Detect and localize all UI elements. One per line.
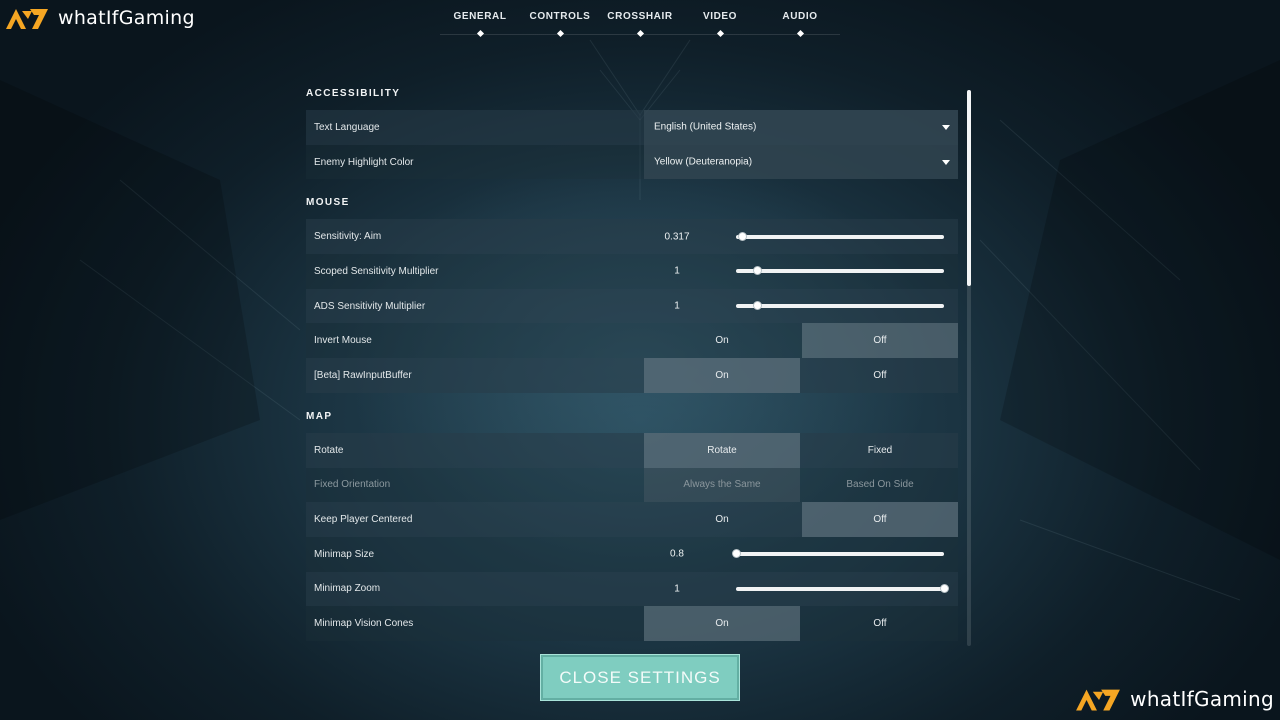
setting-row-invert-mouse: Invert Mouse On Off — [306, 323, 958, 359]
vision-cones-on-button[interactable]: On — [644, 606, 800, 641]
tab-general-label: GENERAL — [453, 11, 507, 22]
brand-logo-text: whatIfGaming — [58, 7, 195, 29]
minimap-size-slider[interactable] — [732, 549, 944, 559]
tab-video-label: VIDEO — [702, 11, 738, 22]
setting-row-text-language: Text Language English (United States) — [306, 110, 958, 145]
setting-label: Fixed Orientation — [314, 479, 391, 491]
slider-value: 0.8 — [670, 548, 684, 560]
brand-watermark-text: whatIfGaming — [1130, 687, 1274, 711]
rotate-fixed-button[interactable]: Fixed — [802, 433, 958, 468]
setting-label: Minimap Vision Cones — [314, 618, 414, 630]
section-title-mouse: MOUSE — [306, 197, 350, 209]
close-settings-label: CLOSE SETTINGS — [559, 667, 721, 687]
vision-cones-toggle: On Off — [644, 606, 958, 641]
invert-mouse-toggle: On Off — [644, 323, 958, 359]
setting-label: Minimap Zoom — [314, 583, 381, 595]
brand-logo: whatIfGaming — [4, 4, 195, 32]
setting-row-keep-player-centered: Keep Player Centered On Off — [306, 502, 958, 537]
slider-value: 1 — [674, 265, 680, 277]
setting-label: Sensitivity: Aim — [314, 231, 382, 243]
invert-mouse-on-button[interactable]: On — [644, 323, 800, 358]
slider-handle[interactable] — [752, 266, 762, 276]
orientation-based-on-side-button: Based On Side — [846, 479, 914, 491]
setting-row-rotate: Rotate Rotate Fixed — [306, 432, 958, 468]
tab-audio[interactable]: AUDIO — [755, 11, 845, 38]
raw-input-off-button[interactable]: Off — [802, 358, 958, 393]
raw-input-buffer-toggle: On Off — [644, 358, 958, 393]
setting-row-raw-input-buffer: [Beta] RawInputBuffer On Off — [306, 358, 958, 393]
sensitivity-aim-slider[interactable] — [736, 231, 944, 241]
tab-indicator-icon — [796, 29, 804, 38]
slider-handle[interactable] — [738, 231, 748, 241]
slider-value: 1 — [674, 300, 680, 312]
tab-controls[interactable]: CONTROLS — [515, 11, 605, 38]
close-settings-button[interactable]: CLOSE SETTINGS — [540, 654, 740, 701]
settings-panel: ACCESSIBILITY Text Language English (Uni… — [306, 84, 958, 647]
tab-controls-label: CONTROLS — [529, 11, 591, 22]
tab-general[interactable]: GENERAL — [435, 11, 525, 38]
setting-label: Text Language — [314, 121, 380, 133]
brand-watermark: whatIfGaming — [1074, 684, 1274, 714]
tab-indicator-icon — [716, 29, 724, 38]
setting-row-minimap-zoom: Minimap Zoom 1 — [306, 571, 958, 607]
setting-label: Minimap Size — [314, 548, 375, 560]
ads-sensitivity-slider[interactable] — [736, 301, 944, 311]
slider-value: 0.317 — [664, 231, 690, 243]
setting-row-sensitivity-aim: Sensitivity: Aim 0.317 — [306, 219, 958, 255]
setting-label: Keep Player Centered — [314, 514, 413, 526]
slider-handle[interactable] — [752, 301, 762, 311]
setting-row-minimap-vision-cones: Minimap Vision Cones On Off — [306, 606, 958, 641]
settings-scrollbar[interactable] — [967, 90, 971, 646]
fixed-orientation-toggle: Always the Same Based On Side — [644, 467, 958, 503]
tab-indicator-icon — [556, 29, 564, 38]
setting-row-scoped-sensitivity: Scoped Sensitivity Multiplier 1 — [306, 254, 958, 289]
settings-tab-bar: GENERAL CONTROLS CROSSHAIR VIDEO AUDIO — [440, 0, 840, 40]
setting-label: Enemy Highlight Color — [314, 156, 414, 168]
chevron-down-icon — [942, 160, 950, 166]
raw-input-on-button[interactable]: On — [644, 358, 800, 393]
tab-indicator-icon — [636, 29, 644, 38]
setting-label: [Beta] RawInputBuffer — [314, 369, 412, 381]
slider-handle[interactable] — [940, 583, 949, 593]
setting-label: Rotate — [314, 444, 344, 456]
tab-crosshair-label: CROSSHAIR — [607, 11, 673, 22]
setting-row-enemy-highlight-color: Enemy Highlight Color Yellow (Deuteranop… — [306, 144, 958, 180]
tab-indicator-icon — [476, 29, 484, 38]
invert-mouse-off-button[interactable]: Off — [802, 323, 958, 359]
keep-centered-off-button[interactable]: Off — [802, 502, 958, 537]
setting-row-ads-sensitivity: ADS Sensitivity Multiplier 1 — [306, 288, 958, 324]
tab-video[interactable]: VIDEO — [675, 11, 765, 38]
setting-label: ADS Sensitivity Multiplier — [314, 300, 426, 312]
section-title-map: MAP — [306, 410, 333, 422]
slider-handle[interactable] — [732, 549, 741, 559]
vision-cones-off-button[interactable]: Off — [802, 606, 958, 641]
enemy-highlight-color-dropdown[interactable]: Yellow (Deuteranopia) — [644, 144, 958, 180]
rotate-rotate-button[interactable]: Rotate — [644, 432, 800, 468]
tab-crosshair[interactable]: CROSSHAIR — [595, 11, 685, 38]
text-language-dropdown[interactable]: English (United States) — [644, 110, 958, 145]
setting-label: Invert Mouse — [314, 335, 372, 347]
setting-row-fixed-orientation: Fixed Orientation Always the Same Based … — [306, 467, 958, 503]
setting-row-minimap-size: Minimap Size 0.8 — [306, 536, 958, 572]
tab-audio-label: AUDIO — [782, 11, 818, 22]
scrollbar-thumb[interactable] — [967, 90, 971, 286]
keep-player-centered-toggle: On Off — [644, 502, 958, 537]
dropdown-value: English (United States) — [654, 121, 757, 133]
brand-logo-icon — [6, 9, 48, 29]
chevron-down-icon — [942, 125, 950, 131]
brand-logo-icon — [1076, 689, 1121, 711]
orientation-always-same-button: Always the Same — [644, 467, 800, 503]
section-title-accessibility: ACCESSIBILITY — [306, 88, 401, 99]
keep-centered-on-button[interactable]: On — [644, 502, 800, 537]
minimap-zoom-slider[interactable] — [736, 583, 949, 593]
slider-value: 1 — [674, 583, 680, 595]
rotate-toggle: Rotate Fixed — [644, 432, 958, 468]
dropdown-value: Yellow (Deuteranopia) — [654, 156, 753, 168]
setting-label: Scoped Sensitivity Multiplier — [314, 265, 439, 277]
scoped-sensitivity-slider[interactable] — [736, 266, 944, 276]
